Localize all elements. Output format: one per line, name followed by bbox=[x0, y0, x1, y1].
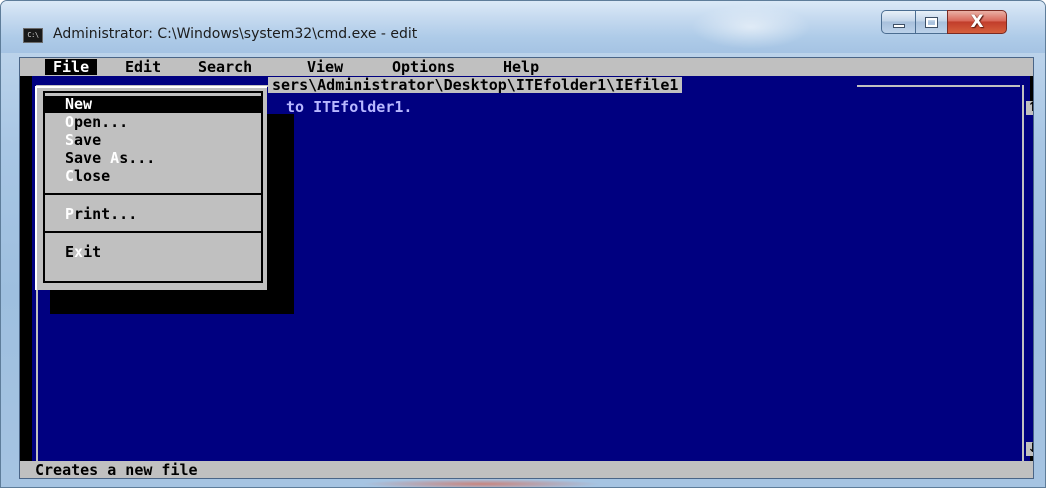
frame-top-right bbox=[857, 85, 1020, 87]
file-menu-frame: New Open... Save Save As... Close Print.… bbox=[43, 91, 263, 283]
menu-separator bbox=[45, 193, 263, 195]
file-menu-item-save[interactable]: Save bbox=[65, 132, 101, 148]
file-path-title: sers\Administrator\Desktop\ITEfolder1\IE… bbox=[268, 77, 683, 93]
console-icon[interactable]: C:\ bbox=[23, 28, 43, 43]
close-icon: X bbox=[970, 12, 984, 32]
title-glow-decoration bbox=[691, 5, 811, 49]
status-bar: Creates a new file bbox=[20, 461, 1033, 479]
title-bar[interactable]: C:\ Administrator: C:\Windows\system32\c… bbox=[1, 1, 1045, 53]
status-text: Creates a new file bbox=[35, 461, 198, 479]
menu-file[interactable]: File bbox=[45, 59, 98, 75]
file-menu-item-exit[interactable]: Exit bbox=[65, 244, 101, 260]
menu-search[interactable]: Search bbox=[198, 59, 252, 75]
window-title: Administrator: C:\Windows\system32\cmd.e… bbox=[53, 26, 418, 42]
menu-view[interactable]: View bbox=[307, 59, 343, 75]
maximize-icon bbox=[925, 16, 938, 28]
scroll-up-arrow-icon[interactable]: ↑ bbox=[1026, 101, 1033, 115]
close-button[interactable]: X bbox=[947, 10, 1007, 34]
scroll-down-arrow-icon[interactable]: ↓ bbox=[1026, 442, 1033, 456]
file-menu-item-print[interactable]: Print... bbox=[65, 206, 137, 222]
maximize-button[interactable] bbox=[915, 10, 947, 34]
frame-right bbox=[1022, 85, 1024, 461]
file-menu-item-new-label: New bbox=[65, 95, 93, 113]
file-menu-item-open[interactable]: Open... bbox=[65, 114, 128, 130]
menu-help[interactable]: Help bbox=[503, 59, 539, 75]
file-menu-item-save-as[interactable]: Save As... bbox=[65, 150, 155, 166]
minimize-button[interactable] bbox=[881, 10, 915, 34]
console-area[interactable]: File Edit Search View Options Help sers\… bbox=[19, 57, 1034, 479]
console-window: C:\ Administrator: C:\Windows\system32\c… bbox=[0, 0, 1046, 488]
menu-separator bbox=[45, 231, 263, 233]
taskbar-glow-decoration bbox=[361, 479, 601, 487]
editor-content-line[interactable]: to ITEfolder1. bbox=[286, 99, 412, 115]
vertical-scrollbar[interactable] bbox=[1026, 115, 1033, 442]
file-menu-item-close[interactable]: Close bbox=[65, 168, 110, 184]
menu-edit[interactable]: Edit bbox=[125, 59, 161, 75]
caption-buttons: X bbox=[881, 10, 1007, 34]
file-menu-dropdown: New Open... Save Save As... Close Print.… bbox=[35, 86, 267, 290]
file-menu-item-new[interactable]: New bbox=[45, 96, 263, 113]
edit-menubar: File Edit Search View Options Help bbox=[20, 58, 1033, 76]
minimize-icon bbox=[892, 24, 905, 28]
menu-options[interactable]: Options bbox=[392, 59, 455, 75]
